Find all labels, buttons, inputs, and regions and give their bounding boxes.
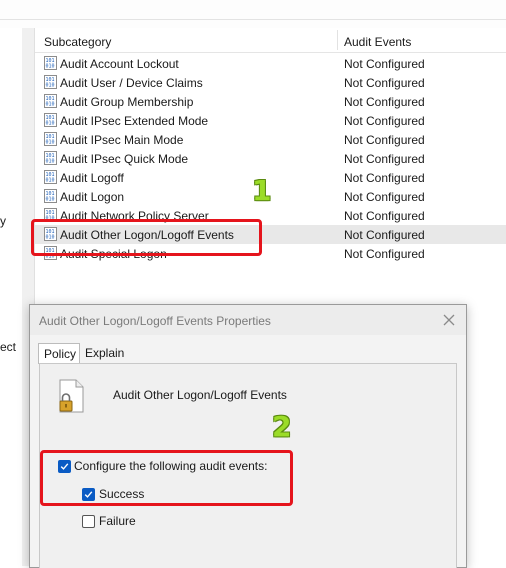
policy-lock-icon — [57, 379, 87, 413]
policy-icon: 101 010 — [44, 94, 57, 108]
audit-events-value: Not Configured — [344, 57, 425, 71]
list-header: Subcategory Audit Events — [35, 28, 506, 53]
audit-events-value: Not Configured — [344, 114, 425, 128]
policy-icon: 101 010 — [44, 113, 57, 127]
highlight-box-step-1 — [31, 219, 262, 256]
audit-events-value: Not Configured — [344, 133, 425, 147]
svg-text:010: 010 — [46, 197, 55, 203]
svg-text:010: 010 — [46, 64, 55, 70]
svg-text:010: 010 — [46, 140, 55, 146]
audit-events-value: Not Configured — [344, 209, 425, 223]
svg-text:010: 010 — [46, 178, 55, 184]
highlight-box-step-2 — [40, 450, 293, 506]
svg-text:010: 010 — [46, 121, 55, 127]
list-row[interactable]: 101 010 Audit IPsec Quick Mode Not Configur… — [35, 149, 506, 168]
column-header-subcategory[interactable]: Subcategory — [44, 35, 111, 49]
toolbar-strip — [0, 0, 506, 28]
toolbar-divider — [0, 19, 506, 20]
close-icon[interactable] — [440, 311, 458, 329]
audit-events-value: Not Configured — [344, 152, 425, 166]
failure-checkbox[interactable] — [82, 515, 95, 528]
audit-events-value: Not Configured — [344, 228, 425, 242]
dialog-title: Audit Other Logon/Logoff Events Properti… — [39, 314, 271, 328]
tab-policy[interactable]: Policy — [38, 343, 80, 364]
audit-events-value: Not Configured — [344, 247, 425, 261]
subcategory-name: Audit IPsec Main Mode — [60, 133, 184, 147]
tab-explain[interactable]: Explain — [80, 343, 124, 363]
tree-text-fragment: ect — [0, 340, 17, 354]
subcategory-name: Audit Group Membership — [60, 95, 194, 109]
step-number-1: 1 — [252, 174, 272, 207]
policy-icon: 101 010 — [44, 170, 57, 184]
column-header-audit-events[interactable]: Audit Events — [344, 35, 411, 49]
svg-text:010: 010 — [46, 102, 55, 108]
tree-text-fragment: y — [0, 214, 6, 228]
svg-text:010: 010 — [46, 159, 55, 165]
step-number-2: 2 — [272, 410, 292, 443]
list-row[interactable]: 101 010 Audit Group Membership Not Configur… — [35, 92, 506, 111]
list-row[interactable]: 101 010 Audit Account Lockout Not Configure… — [35, 54, 506, 73]
policy-icon: 101 010 — [44, 132, 57, 146]
properties-dialog: Audit Other Logon/Logoff Events Properti… — [29, 304, 467, 568]
audit-events-value: Not Configured — [344, 76, 425, 90]
svg-text:010: 010 — [46, 83, 55, 89]
subcategory-name: Audit IPsec Extended Mode — [60, 114, 209, 128]
audit-events-value: Not Configured — [344, 190, 425, 204]
subcategory-name: Audit Logon — [60, 190, 125, 204]
dialog-title-bar[interactable]: Audit Other Logon/Logoff Events Properti… — [30, 305, 466, 335]
policy-icon: 101 010 — [44, 189, 57, 203]
tab-policy-label: Policy — [44, 347, 77, 361]
audit-events-value: Not Configured — [344, 171, 425, 185]
tab-explain-label: Explain — [85, 346, 125, 360]
subcategory-name: Audit Account Lockout — [60, 57, 179, 71]
audit-events-value: Not Configured — [344, 95, 425, 109]
list-row[interactable]: 101 010 Audit User / Device Claims Not Conf… — [35, 73, 506, 92]
failure-label[interactable]: Failure — [99, 514, 136, 528]
subcategory-name: Audit Logoff — [60, 171, 124, 185]
list-row[interactable]: 101 010 Audit IPsec Extended Mode Not Confi… — [35, 111, 506, 130]
subcategory-name: Audit User / Device Claims — [60, 76, 203, 90]
subcategory-name: Audit IPsec Quick Mode — [60, 152, 189, 166]
console-tree-pane[interactable]: y ect — [0, 28, 23, 566]
list-row[interactable]: 101 010 Audit IPsec Main Mode Not Configure… — [35, 130, 506, 149]
column-separator[interactable] — [337, 30, 338, 50]
policy-icon: 101 010 — [44, 56, 57, 70]
policy-name: Audit Other Logon/Logoff Events — [113, 388, 287, 402]
policy-icon: 101 010 — [44, 151, 57, 165]
policy-icon: 101 010 — [44, 75, 57, 89]
